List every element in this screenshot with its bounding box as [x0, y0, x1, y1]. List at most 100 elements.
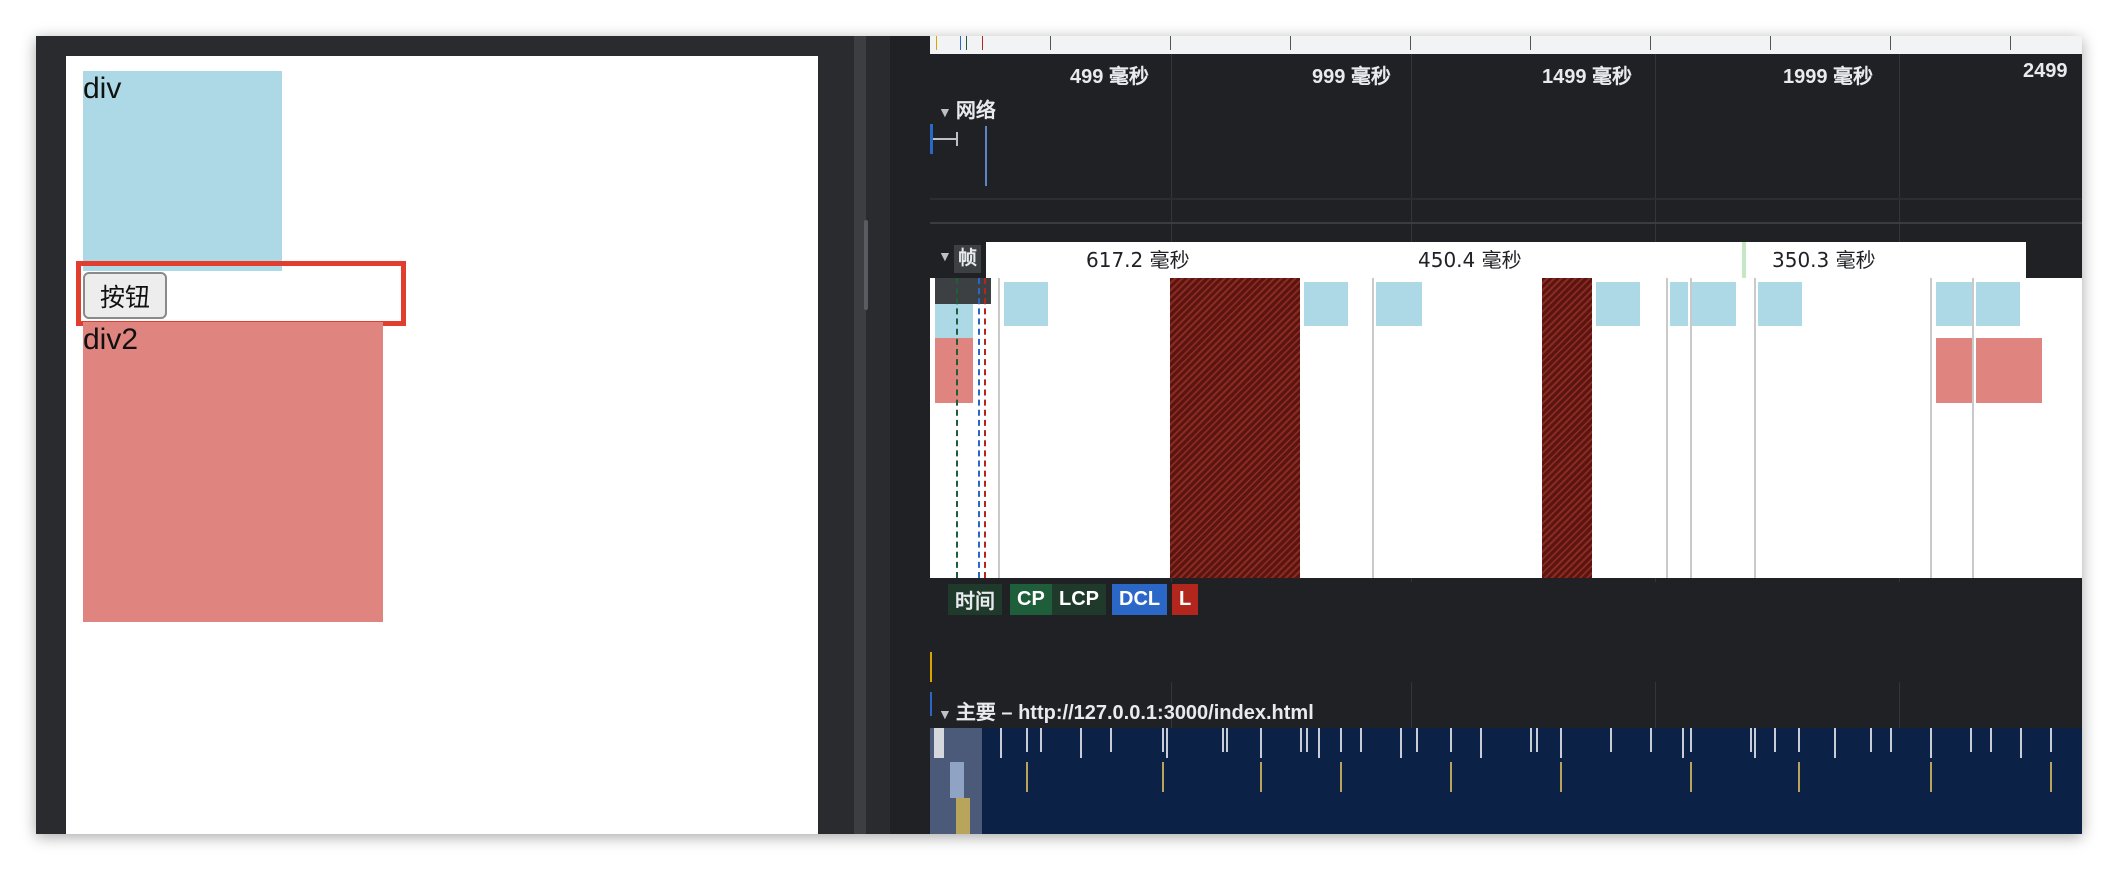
main-task-tick[interactable]	[1318, 728, 1320, 758]
main-task-tick[interactable]	[1260, 728, 1262, 758]
main-task-subtick[interactable]	[2050, 762, 2052, 792]
dropped-frame[interactable]	[1170, 278, 1300, 578]
main-task-tick[interactable]	[1162, 728, 1164, 752]
main-task-subtick[interactable]	[1690, 762, 1692, 792]
performance-panel: 499 毫秒 999 毫秒 1499 毫秒 1999 毫秒 2499 ▼ 网络 ▼…	[890, 36, 2082, 834]
load-marker-line	[984, 278, 988, 578]
frame-boundary	[998, 278, 1000, 578]
main-task-tick[interactable]	[1774, 728, 1776, 752]
frame-duration[interactable]: 350.3 毫秒	[1772, 244, 1876, 273]
frame-thumbnail[interactable]	[1376, 282, 1422, 326]
ruler-tick	[960, 36, 961, 50]
red-div2-label: div2	[83, 323, 139, 356]
dcl-marker[interactable]: DCL	[1112, 584, 1168, 615]
lcp-marker[interactable]: LCP	[1052, 584, 1106, 615]
network-track-label: 网络	[955, 100, 996, 122]
frame-boundary	[1972, 278, 1974, 578]
splitter-handle[interactable]	[864, 220, 868, 310]
frame-thumbnail[interactable]	[1758, 282, 1802, 326]
frame-marker	[1742, 242, 1746, 278]
frame-duration[interactable]: 617.2 毫秒	[1086, 244, 1190, 273]
main-task-tick[interactable]	[1226, 728, 1228, 752]
main-task-tick[interactable]	[1306, 728, 1308, 752]
main-task-tick[interactable]	[1360, 728, 1362, 752]
main-task-tick[interactable]	[1026, 728, 1028, 752]
main-task-tick[interactable]	[1416, 728, 1418, 752]
main-task-tick[interactable]	[1080, 728, 1082, 758]
main-task-tick[interactable]	[1682, 728, 1684, 758]
frame-thumbnail[interactable]	[1304, 282, 1348, 326]
main-task-tick[interactable]	[1300, 728, 1302, 752]
main-task-subtick[interactable]	[1340, 762, 1342, 792]
frame-thumbnail[interactable]	[1004, 282, 1048, 326]
main-task-subtick[interactable]	[1798, 762, 1800, 792]
frame-thumbnail[interactable]	[1596, 282, 1640, 326]
main-task-tick[interactable]	[1930, 728, 1932, 758]
overview-ruler[interactable]	[930, 36, 2082, 54]
frame-thumbnail[interactable]	[1692, 282, 1736, 326]
fcp-marker-line	[956, 278, 960, 578]
main-task-tick[interactable]	[1834, 728, 1836, 758]
frames-track-body[interactable]	[930, 278, 2082, 578]
main-thread-flamechart[interactable]	[930, 728, 2082, 834]
main-task-tick[interactable]	[1450, 728, 1452, 752]
network-marker-line	[985, 126, 987, 186]
frame-thumbnail[interactable]	[1936, 338, 1972, 403]
frames-track-label[interactable]: 帧	[954, 245, 982, 273]
frame-thumbnail[interactable]	[1976, 282, 2020, 326]
main-task-tick[interactable]	[1754, 728, 1756, 758]
load-marker[interactable]: L	[1172, 584, 1199, 615]
main-task-tick[interactable]	[1040, 728, 1042, 752]
network-track-header[interactable]: ▼ 网络	[938, 94, 996, 123]
fcp-marker[interactable]: CP	[1010, 584, 1052, 615]
time-tick-label: 499 毫秒	[1070, 66, 1149, 88]
frame-thumbnail[interactable]	[1936, 282, 1972, 326]
main-task-tick[interactable]	[1690, 728, 1692, 752]
main-task-tick[interactable]	[1480, 728, 1482, 758]
frame-thumbnail[interactable]	[1976, 338, 2042, 403]
main-task-tick[interactable]	[2050, 728, 2052, 752]
frame-thumbnail[interactable]	[1670, 282, 1688, 326]
main-task-subtick[interactable]	[1560, 762, 1562, 792]
ruler-tick	[936, 36, 937, 50]
main-task-tick[interactable]	[1798, 728, 1800, 752]
main-task-tick[interactable]	[1890, 728, 1892, 752]
main-task-block[interactable]	[956, 798, 970, 834]
button-highlight-box	[76, 261, 406, 326]
main-task-tick[interactable]	[1222, 728, 1224, 752]
main-task-tick[interactable]	[1000, 728, 1002, 758]
frame-boundary	[1372, 278, 1374, 578]
main-task-subtick[interactable]	[1162, 762, 1164, 792]
main-task-tick[interactable]	[1750, 728, 1752, 752]
main-task-subtick[interactable]	[1450, 762, 1452, 792]
main-task-tick[interactable]	[1536, 728, 1538, 752]
dropped-frame[interactable]	[1542, 278, 1592, 578]
main-task-tick[interactable]	[1110, 728, 1112, 752]
main-task-tick[interactable]	[1530, 728, 1532, 752]
main-task-tick[interactable]	[1340, 728, 1342, 752]
time-tick-label: 1499 毫秒	[1542, 66, 1633, 88]
frame-duration[interactable]: 450.4 毫秒	[1418, 244, 1522, 273]
main-task-subtick[interactable]	[1026, 762, 1028, 792]
main-task-tick[interactable]	[1400, 728, 1402, 758]
frame-thumbnail[interactable]	[935, 278, 991, 304]
splitter-line	[854, 36, 866, 834]
main-task-tick[interactable]	[1650, 728, 1652, 752]
main-task-block[interactable]	[950, 762, 964, 798]
main-task-tick[interactable]	[1610, 728, 1612, 752]
time-tick-label: 2499	[2023, 60, 2068, 82]
main-task-block[interactable]	[934, 728, 944, 758]
frames-track-header: ▼ 帧 617.2 毫秒 450.4 毫秒 350.3 毫秒	[930, 242, 2082, 278]
main-task-subtick[interactable]	[1930, 762, 1932, 792]
main-task-subtick[interactable]	[1260, 762, 1262, 792]
timings-track-label[interactable]: 时间	[948, 584, 1002, 615]
frame-thumbnail[interactable]	[935, 338, 973, 403]
main-task-tick[interactable]	[1970, 728, 1972, 752]
main-task-tick[interactable]	[1870, 728, 1872, 752]
main-track-header[interactable]: ▼ 主要 – http://127.0.0.1:3000/index.html	[938, 696, 1314, 725]
triangle-down-icon: ▼	[938, 248, 952, 264]
main-task-tick[interactable]	[1990, 728, 1992, 752]
main-task-tick[interactable]	[1166, 728, 1168, 758]
main-task-tick[interactable]	[2020, 728, 2022, 758]
main-task-tick[interactable]	[1560, 728, 1562, 758]
